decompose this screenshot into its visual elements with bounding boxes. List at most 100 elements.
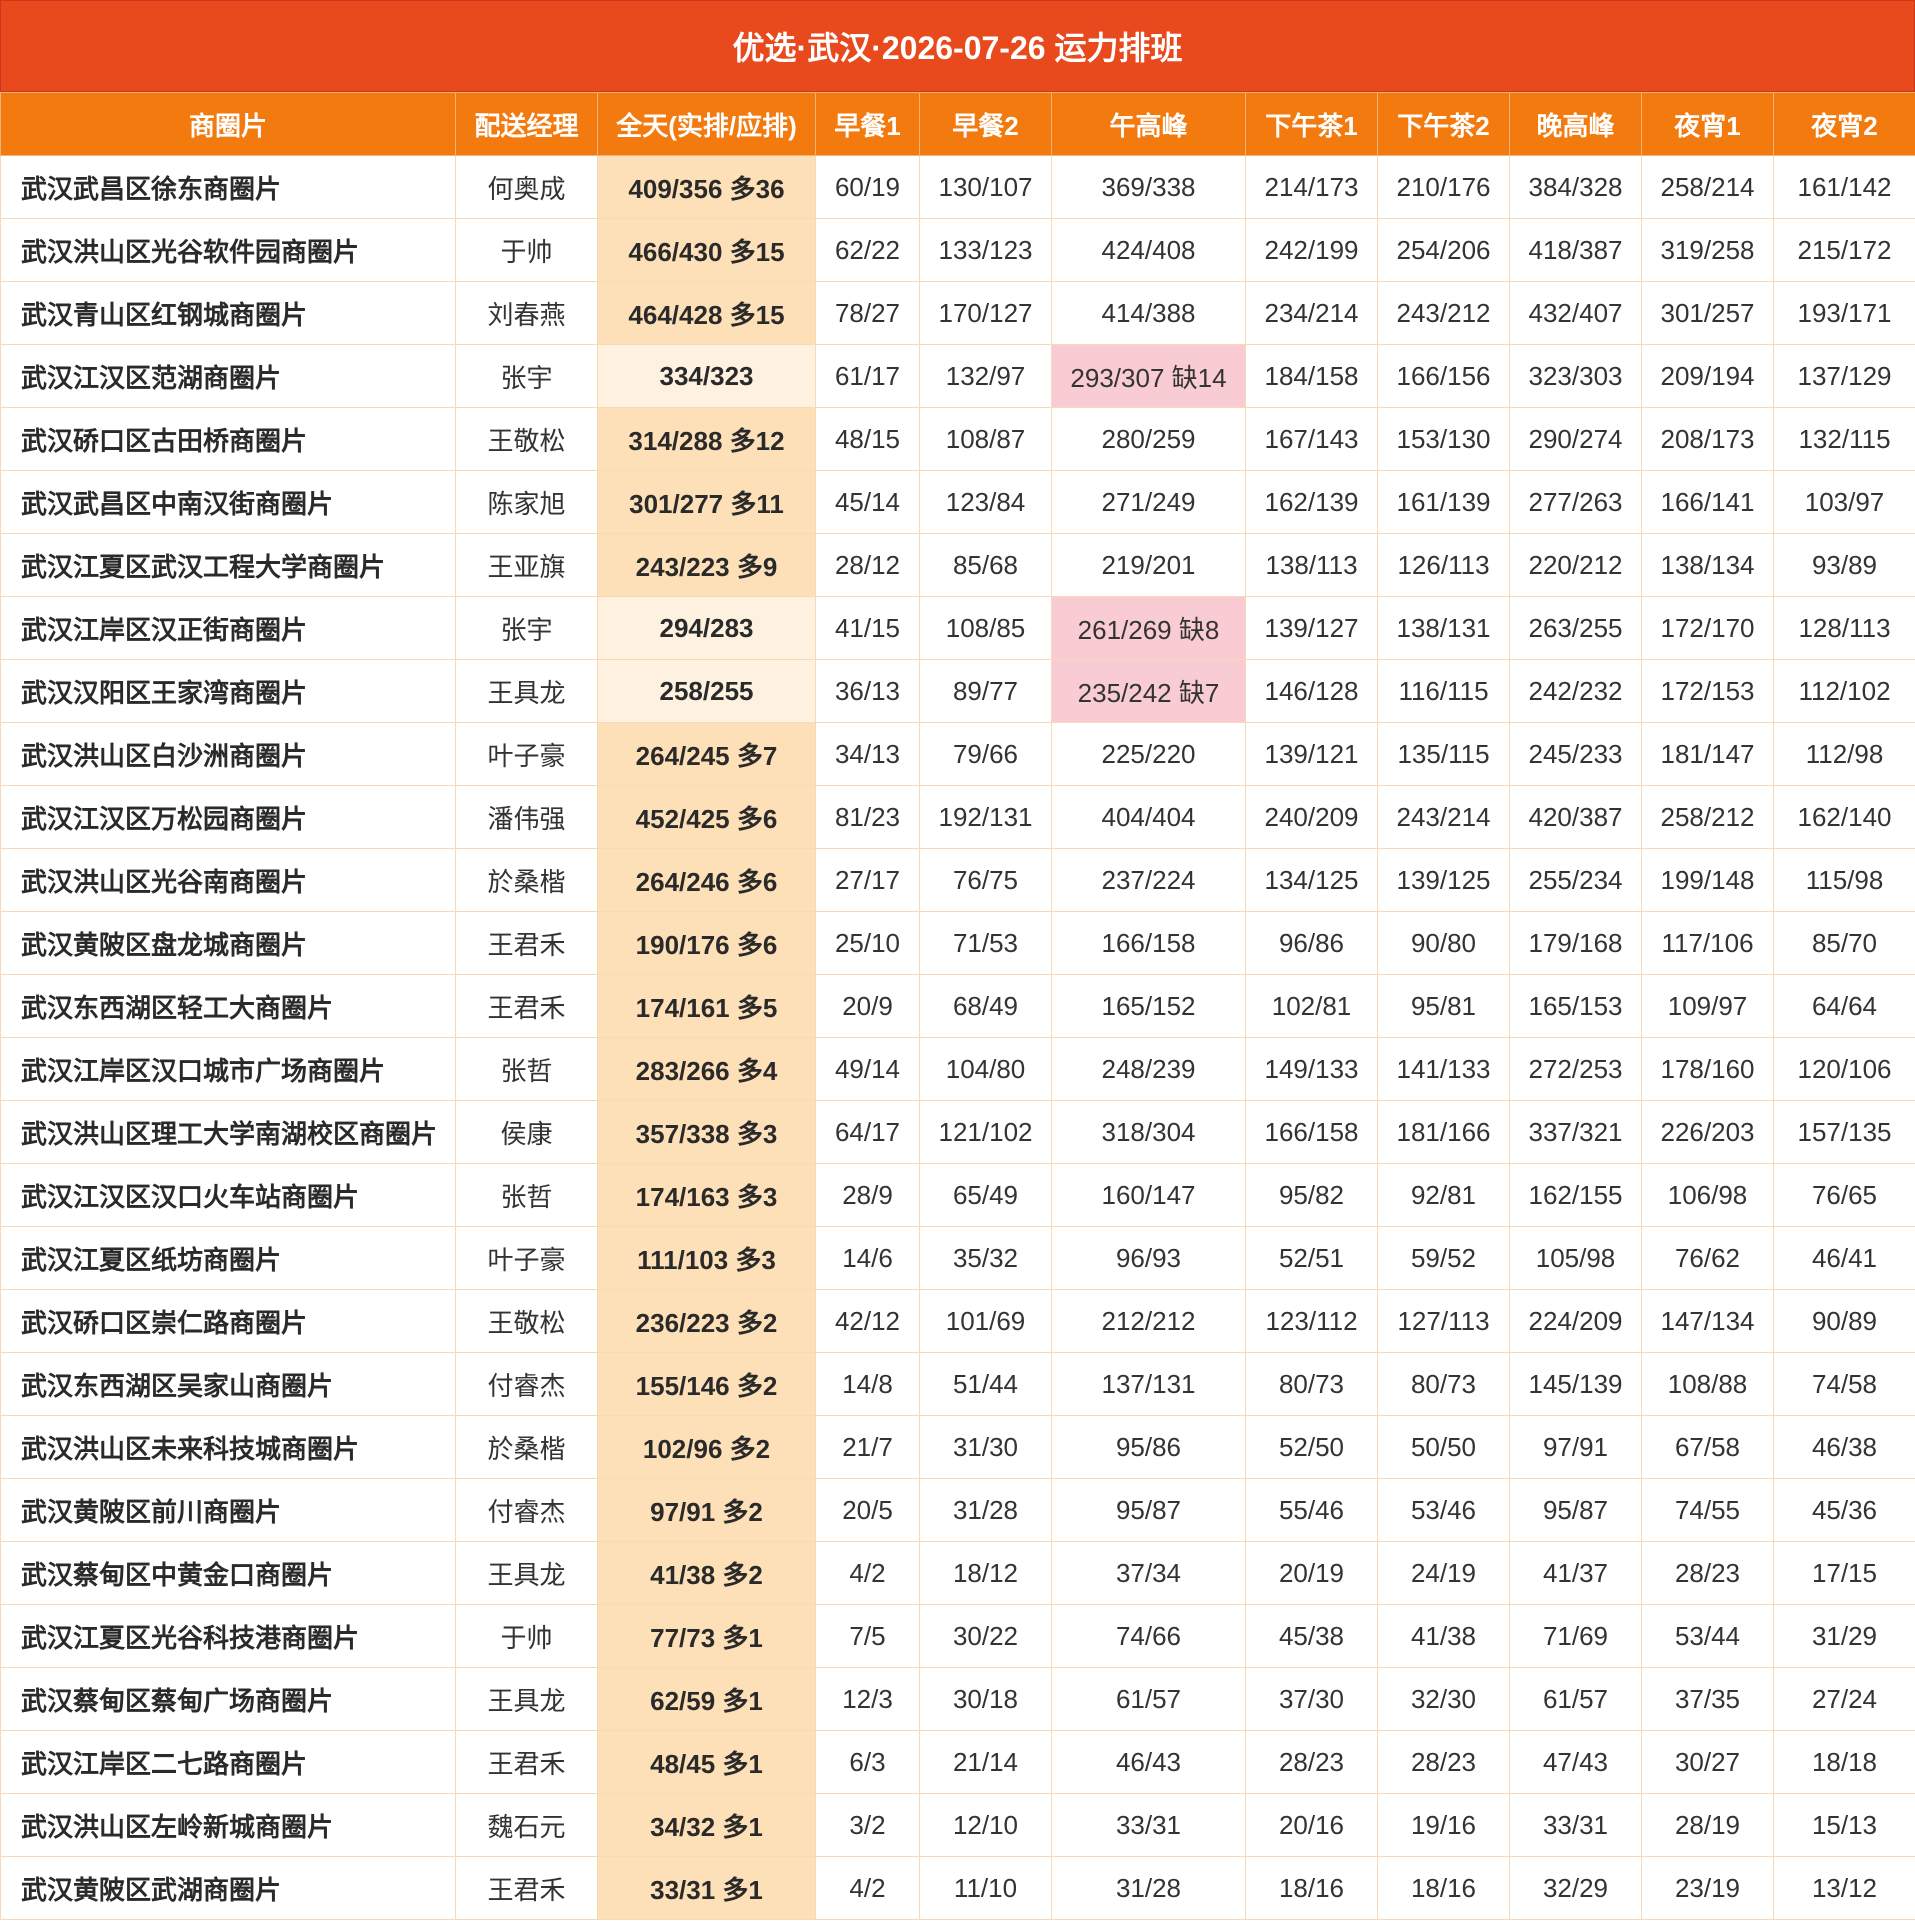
- slot-cell: 369/338: [1051, 155, 1246, 219]
- slot-cell: 51/44: [919, 1352, 1052, 1416]
- slot-cell: 37/35: [1641, 1667, 1774, 1731]
- zone-name-cell: 武汉江夏区武汉工程大学商圈片: [0, 533, 456, 597]
- slot-cell: 258/214: [1641, 155, 1774, 219]
- slot-cell: 28/12: [815, 533, 920, 597]
- slot-cell: 248/239: [1051, 1037, 1246, 1101]
- slot-cell: 20/16: [1245, 1793, 1378, 1857]
- manager-cell: 王具龙: [455, 659, 598, 723]
- slot-cell: 108/87: [919, 407, 1052, 471]
- slot-cell: 85/68: [919, 533, 1052, 597]
- slot-cell: 237/224: [1051, 848, 1246, 912]
- slot-cell: 121/102: [919, 1100, 1052, 1164]
- manager-cell: 於桑楷: [455, 848, 598, 912]
- total-cell: 62/59 多1: [597, 1667, 816, 1731]
- slot-cell: 76/65: [1773, 1163, 1915, 1227]
- slot-cell: 17/15: [1773, 1541, 1915, 1605]
- manager-cell: 叶子豪: [455, 722, 598, 786]
- manager-cell: 王具龙: [455, 1541, 598, 1605]
- slot-cell: 404/404: [1051, 785, 1246, 849]
- slot-cell: 271/249: [1051, 470, 1246, 534]
- table-row: 武汉洪山区左岭新城商圈片 魏石元 34/32 多1 3/2 12/10 33/31 20/1…: [0, 1793, 1915, 1857]
- slot-cell: 95/81: [1377, 974, 1510, 1038]
- slot-cell: 80/73: [1377, 1352, 1510, 1416]
- slot-cell: 224/209: [1509, 1289, 1642, 1353]
- manager-cell: 王敬松: [455, 407, 598, 471]
- zone-name-cell: 武汉蔡甸区蔡甸广场商圈片: [0, 1667, 456, 1731]
- slot-cell: 157/135: [1773, 1100, 1915, 1164]
- slot-cell: 74/58: [1773, 1352, 1915, 1416]
- slot-cell: 420/387: [1509, 785, 1642, 849]
- slot-cell: 146/128: [1245, 659, 1378, 723]
- slot-cell: 162/139: [1245, 470, 1378, 534]
- slot-cell: 277/263: [1509, 470, 1642, 534]
- table-row: 武汉武昌区徐东商圈片 何奥成 409/356 多36 60/19 130/107 369/…: [0, 155, 1915, 219]
- slot-cell: 62/22: [815, 218, 920, 282]
- total-cell: 452/425 多6: [597, 785, 816, 849]
- header-late-night-1: 夜宵1: [1641, 92, 1774, 156]
- slot-cell: 36/13: [815, 659, 920, 723]
- slot-cell: 21/7: [815, 1415, 920, 1479]
- total-cell: 264/246 多6: [597, 848, 816, 912]
- zone-name-cell: 武汉洪山区左岭新城商圈片: [0, 1793, 456, 1857]
- manager-cell: 于帅: [455, 218, 598, 282]
- table-row: 武汉江岸区汉口城市广场商圈片 张哲 283/266 多4 49/14 104/80 248…: [0, 1037, 1915, 1101]
- slot-cell: 145/139: [1509, 1352, 1642, 1416]
- slot-cell: 220/212: [1509, 533, 1642, 597]
- slot-cell: 137/131: [1051, 1352, 1246, 1416]
- slot-cell: 53/46: [1377, 1478, 1510, 1542]
- slot-cell: 19/16: [1377, 1793, 1510, 1857]
- slot-cell: 35/32: [919, 1226, 1052, 1290]
- table-row: 武汉洪山区光谷软件园商圈片 于帅 466/430 多15 62/22 133/123 42…: [0, 218, 1915, 282]
- slot-cell: 290/274: [1509, 407, 1642, 471]
- total-cell: 174/163 多3: [597, 1163, 816, 1227]
- slot-cell: 109/97: [1641, 974, 1774, 1038]
- slot-cell: 64/17: [815, 1100, 920, 1164]
- slot-cell: 226/203: [1641, 1100, 1774, 1164]
- zone-name-cell: 武汉江夏区纸坊商圈片: [0, 1226, 456, 1290]
- zone-name-cell: 武汉洪山区白沙洲商圈片: [0, 722, 456, 786]
- slot-cell: 33/31: [1051, 1793, 1246, 1857]
- manager-cell: 王敬松: [455, 1289, 598, 1353]
- manager-cell: 张哲: [455, 1163, 598, 1227]
- slot-cell: 61/17: [815, 344, 920, 408]
- manager-cell: 王具龙: [455, 1667, 598, 1731]
- slot-cell: 166/158: [1245, 1100, 1378, 1164]
- total-cell: 77/73 多1: [597, 1604, 816, 1668]
- slot-cell: 123/84: [919, 470, 1052, 534]
- slot-cell: 28/23: [1641, 1541, 1774, 1605]
- header-manager: 配送经理: [455, 92, 598, 156]
- header-zone: 商圈片: [0, 92, 456, 156]
- slot-cell: 97/91: [1509, 1415, 1642, 1479]
- slot-cell: 103/97: [1773, 470, 1915, 534]
- slot-cell: 89/77: [919, 659, 1052, 723]
- total-cell: 243/223 多9: [597, 533, 816, 597]
- manager-cell: 陈家旭: [455, 470, 598, 534]
- slot-cell: 132/97: [919, 344, 1052, 408]
- table-row: 武汉黄陂区武湖商圈片 王君禾 33/31 多1 4/2 11/10 31/28 18/16 1…: [0, 1856, 1915, 1920]
- zone-name-cell: 武汉江岸区汉正街商圈片: [0, 596, 456, 660]
- schedule-table: 商圈片 配送经理 全天(实排/应排) 早餐1 早餐2 午高峰 下午茶1 下午茶2…: [0, 92, 1915, 1920]
- manager-cell: 侯康: [455, 1100, 598, 1164]
- header-breakfast-2: 早餐2: [919, 92, 1052, 156]
- zone-name-cell: 武汉蔡甸区中黄金口商圈片: [0, 1541, 456, 1605]
- table-row: 武汉武昌区中南汉街商圈片 陈家旭 301/277 多11 45/14 123/84 271…: [0, 470, 1915, 534]
- slot-cell: 166/158: [1051, 911, 1246, 975]
- table-row: 武汉江夏区纸坊商圈片 叶子豪 111/103 多3 14/6 35/32 96/93 52/…: [0, 1226, 1915, 1290]
- total-cell: 33/31 多1: [597, 1856, 816, 1920]
- slot-cell: 234/214: [1245, 281, 1378, 345]
- manager-cell: 潘伟强: [455, 785, 598, 849]
- slot-cell: 243/214: [1377, 785, 1510, 849]
- manager-cell: 于帅: [455, 1604, 598, 1668]
- slot-cell: 161/139: [1377, 470, 1510, 534]
- slot-cell: 319/258: [1641, 218, 1774, 282]
- slot-cell: 120/106: [1773, 1037, 1915, 1101]
- total-cell: 190/176 多6: [597, 911, 816, 975]
- slot-cell: 243/212: [1377, 281, 1510, 345]
- slot-cell: 272/253: [1509, 1037, 1642, 1101]
- slot-cell: 28/23: [1245, 1730, 1378, 1794]
- manager-cell: 张哲: [455, 1037, 598, 1101]
- slot-cell: 153/130: [1377, 407, 1510, 471]
- slot-cell: 41/37: [1509, 1541, 1642, 1605]
- slot-cell: 61/57: [1509, 1667, 1642, 1731]
- slot-cell: 18/12: [919, 1541, 1052, 1605]
